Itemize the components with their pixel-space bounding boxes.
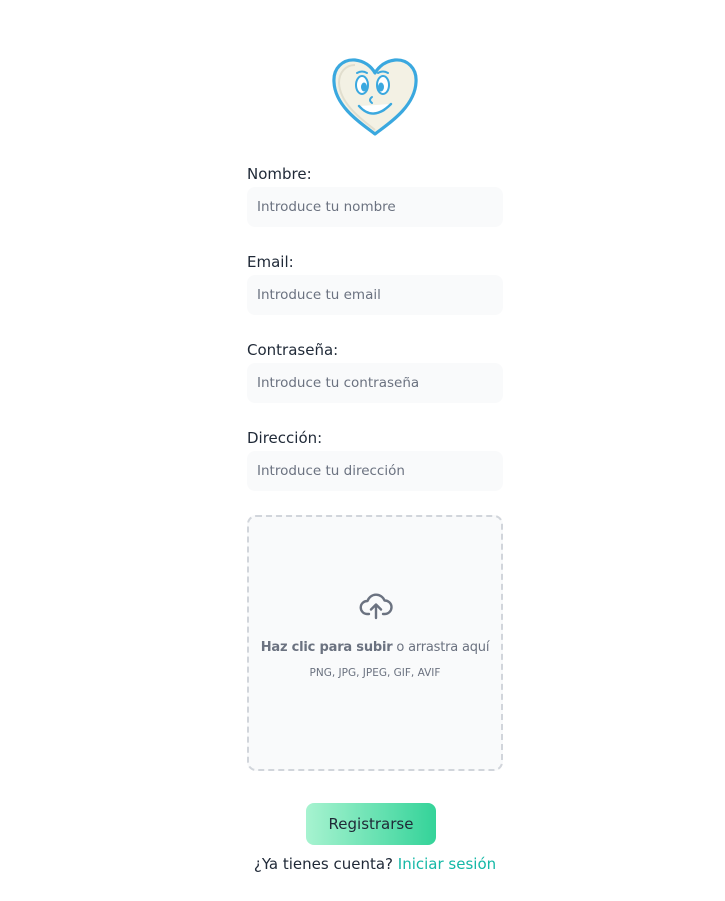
upload-instructions: Haz clic para subir o arrastra aquí [249, 640, 501, 655]
login-prompt-text: ¿Ya tienes cuenta? [253, 855, 393, 873]
address-label: Dirección: [247, 429, 323, 447]
image-upload-dropzone[interactable]: Haz clic para subir o arrastra aquí PNG,… [247, 515, 503, 771]
email-input[interactable] [247, 275, 503, 315]
upload-cta-bold: Haz clic para subir [260, 640, 393, 655]
register-button[interactable]: Registrarse [306, 803, 436, 845]
cloud-upload-icon [359, 593, 393, 620]
login-link[interactable]: Iniciar sesión [398, 855, 496, 873]
password-label: Contraseña: [247, 341, 339, 359]
upload-cta-rest: o arrastra aquí [392, 640, 490, 655]
password-input[interactable] [247, 363, 503, 403]
name-label: Nombre: [247, 165, 312, 183]
smiling-heart-mascot-icon [332, 58, 418, 136]
email-label: Email: [247, 253, 294, 271]
login-prompt-row: ¿Ya tienes cuenta? Iniciar sesión [247, 855, 503, 873]
name-input[interactable] [247, 187, 503, 227]
address-input[interactable] [247, 451, 503, 491]
upload-formats: PNG, JPG, JPEG, GIF, AVIF [309, 667, 441, 679]
register-page: Nombre: Email: Contraseña: Dirección: Ha… [0, 0, 725, 901]
